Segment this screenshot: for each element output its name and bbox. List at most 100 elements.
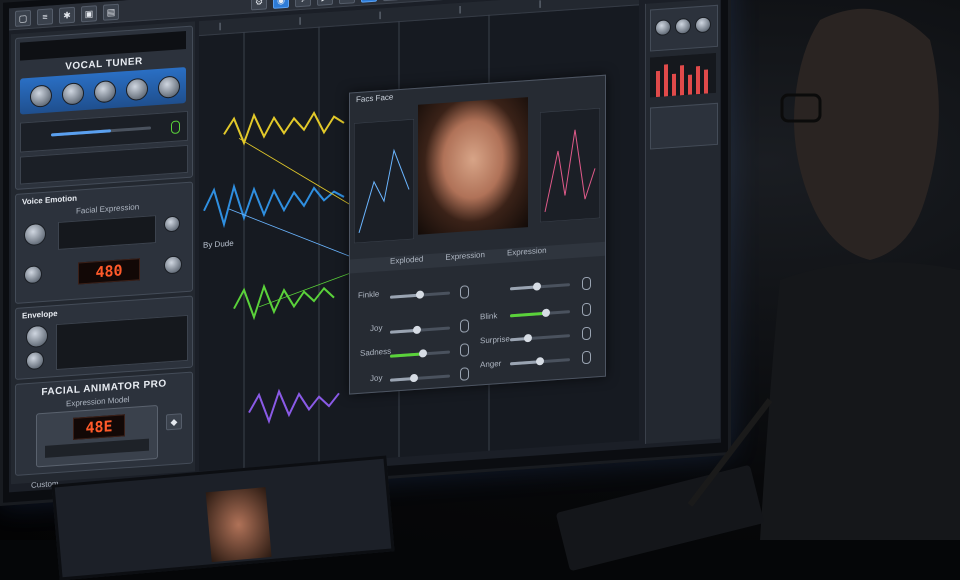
left-graph <box>354 119 414 244</box>
emotion-meter <box>58 215 156 250</box>
connection-line <box>258 269 360 308</box>
right-knob[interactable] <box>695 16 711 34</box>
attack-knob[interactable] <box>26 324 48 349</box>
meter-bar <box>696 66 700 95</box>
humanize-knob[interactable] <box>94 79 116 104</box>
tab-exploded[interactable]: Exploded <box>390 254 423 270</box>
settings-icon[interactable]: ⚙ <box>251 0 267 10</box>
grid-icon[interactable]: ▦ <box>383 0 399 1</box>
expression-slider[interactable] <box>390 290 450 299</box>
plugin-icon[interactable]: ✱ <box>59 6 75 24</box>
spectrum-meter <box>650 52 716 98</box>
stylus-pen <box>687 398 773 507</box>
right-mixer-panel <box>645 0 720 444</box>
meter-bar <box>688 74 692 95</box>
tuner-knob-bank <box>20 66 186 115</box>
expression-toggle[interactable] <box>582 276 591 291</box>
video-icon[interactable]: ▶ <box>317 0 333 6</box>
envelope-display <box>56 314 188 371</box>
loop-icon[interactable]: ⟳ <box>361 0 377 3</box>
release-knob[interactable] <box>26 350 44 371</box>
formant-knob[interactable] <box>126 77 148 102</box>
right-knob-bank <box>650 4 718 52</box>
vocal-tuner-module: VOCAL TUNER <box>15 25 193 190</box>
tuner-slider[interactable] <box>51 126 151 137</box>
person-silhouette <box>760 8 960 540</box>
output-knob[interactable] <box>164 255 182 275</box>
animator-lcd: 48E <box>73 414 125 440</box>
face-video-preview[interactable] <box>418 97 528 235</box>
speed-knob[interactable] <box>62 82 84 106</box>
meter-bar <box>656 70 660 98</box>
meter-bar <box>664 64 668 97</box>
voice-emotion-module: Voice Emotion Facial Expression 480 <box>15 181 193 304</box>
face-analysis-window[interactable]: Facs Face Exploded Expression Expression… <box>349 74 606 395</box>
expression-toggle[interactable] <box>582 326 591 341</box>
list-icon[interactable]: ≡ <box>37 7 53 25</box>
envelope-module: Envelope <box>15 295 193 380</box>
gain-knob[interactable] <box>164 215 180 233</box>
expression-slider[interactable] <box>390 325 450 335</box>
meter-bar <box>704 69 708 94</box>
expression-slider[interactable] <box>510 333 570 343</box>
right-controls <box>650 102 718 150</box>
file-icon[interactable]: ▢ <box>15 9 31 27</box>
input-knob[interactable] <box>24 265 42 285</box>
expression-toggle[interactable] <box>460 343 469 357</box>
tab-expression-2[interactable]: Expression <box>507 246 547 263</box>
expression-slider[interactable] <box>390 373 450 383</box>
monitor: ▢ ≡ ✱ ▣ ▤ ⚙ ◉ ♪ ▶ ● ⟳ ▦ ⊕ ◆ ⇪ <box>0 0 731 507</box>
tuner-toggle[interactable] <box>171 120 180 135</box>
daw-screen: ▢ ≡ ✱ ▣ ▤ ⚙ ◉ ♪ ▶ ● ⟳ ▦ ⊕ ◆ ⇪ <box>9 0 721 493</box>
window-icon[interactable]: ▤ <box>103 3 119 21</box>
expression-slider[interactable] <box>510 282 570 291</box>
meter-bar <box>672 73 676 97</box>
slider-label: Joy <box>370 323 383 334</box>
animator-buttons[interactable] <box>45 438 149 458</box>
yellow-waveform <box>223 110 345 146</box>
blue-waveform <box>203 183 345 229</box>
expression-toggle[interactable] <box>582 302 591 317</box>
face-tab-bar: Exploded Expression Expression <box>350 241 605 274</box>
expression-toggle[interactable] <box>582 350 591 365</box>
expression-toggle[interactable] <box>460 319 469 333</box>
meter-bar <box>680 65 684 96</box>
record-icon[interactable]: ● <box>339 0 355 4</box>
facial-animator-subtitle: Expression Model <box>66 394 130 409</box>
right-graph <box>540 108 600 223</box>
slider-label: Joy <box>370 373 383 384</box>
mix-knob[interactable] <box>158 75 180 99</box>
scene-background: ▢ ≡ ✱ ▣ ▤ ⚙ ◉ ♪ ▶ ● ⟳ ▦ ⊕ ◆ ⇪ <box>0 0 960 580</box>
right-knob[interactable] <box>655 19 671 37</box>
module2-subtitle: Facial Expression <box>76 202 140 216</box>
purple-waveform <box>248 388 340 425</box>
tool-select-icon[interactable]: ◉ <box>273 0 289 9</box>
expression-toggle[interactable] <box>460 367 469 381</box>
slider-label: Finkle <box>358 289 380 300</box>
animator-menu-icon[interactable]: ◆ <box>166 413 182 431</box>
emotion-lcd: 480 <box>78 258 140 285</box>
emotion-knob[interactable] <box>24 222 46 247</box>
expression-slider[interactable] <box>510 308 570 318</box>
module3-title: Envelope <box>22 308 58 321</box>
tab-expression-1[interactable]: Expression <box>445 250 485 267</box>
slider-label: Anger <box>480 358 502 370</box>
animator-unit: 48E <box>36 404 158 468</box>
expression-slider[interactable] <box>510 356 570 366</box>
pitch-knob[interactable] <box>30 84 52 108</box>
mic-icon[interactable]: ♪ <box>295 0 311 7</box>
connection-line <box>228 208 360 261</box>
tablet-face-preview <box>205 487 272 563</box>
expression-toggle[interactable] <box>460 285 469 299</box>
save-icon[interactable]: ▣ <box>81 4 97 22</box>
expression-slider[interactable] <box>390 349 450 358</box>
face-window-title: Facs Face <box>356 92 394 105</box>
slider-label: Sadness <box>360 346 392 358</box>
slider-label: Surprise <box>480 334 510 346</box>
plugin-rack: VOCAL TUNER Voice Emotion Facial Express… <box>11 21 195 490</box>
right-knob[interactable] <box>675 17 691 35</box>
slider-label: Blink <box>480 311 498 322</box>
module2-title: Voice Emotion <box>22 193 77 207</box>
facial-animator-module: FACIAL ANIMATOR PRO Expression Model 48E… <box>15 371 193 476</box>
